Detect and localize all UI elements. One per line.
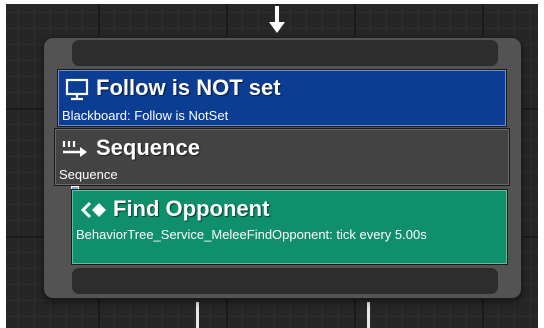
composite-title: Sequence [96,135,200,160]
blackboard-monitor-icon [65,78,89,101]
service-subtitle: BehaviorTree_Service_MeleeFindOpponent: … [76,227,427,242]
node-input-pin[interactable] [72,40,498,66]
sequence-arrows-icon [62,141,87,157]
service-title: Find Opponent [113,196,270,221]
output-wire-left [196,302,199,328]
decorator-follow-is-not-set[interactable]: Follow is NOT set Blackboard: Follow is … [58,70,506,126]
composite-subtitle: Sequence [59,167,118,182]
input-wire-arrow-icon [269,22,285,33]
decorator-title: Follow is NOT set [96,75,281,100]
output-wire-right [367,302,370,328]
node-output-pin[interactable] [72,268,498,294]
composite-sequence[interactable]: Sequence Sequence [55,129,509,185]
service-find-opponent[interactable]: Find Opponent BehaviorTree_Service_Melee… [72,190,507,264]
service-chevron-icon [80,201,106,219]
decorator-subtitle: Blackboard: Follow is NotSet [62,108,229,123]
